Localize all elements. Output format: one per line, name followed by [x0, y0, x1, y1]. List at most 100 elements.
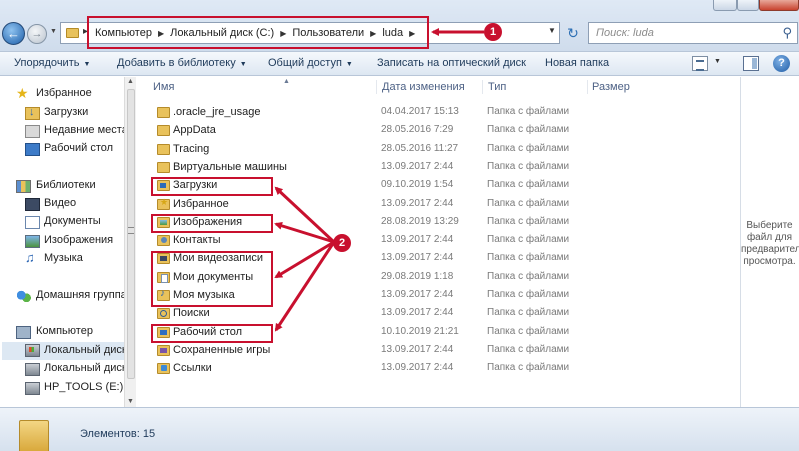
organize-button[interactable]: Упорядочить ▼	[14, 57, 90, 69]
drive-icon	[25, 344, 40, 357]
annotation-badge-1: 1	[484, 23, 502, 41]
nav-desktop-label: Рабочий стол	[44, 142, 114, 154]
share-button[interactable]: Общий доступ ▼	[268, 57, 353, 69]
row-date: 28.05.2016 7:29	[381, 124, 454, 136]
back-button[interactable]: ←	[2, 22, 25, 45]
nav-desktop[interactable]: Рабочий стол	[25, 142, 124, 158]
row-date: 10.10.2019 21:21	[381, 325, 459, 337]
sort-caret-icon: ▲	[283, 78, 290, 85]
help-icon[interactable]: ?	[773, 55, 790, 72]
column-size[interactable]: Размер	[592, 81, 630, 93]
nav-video[interactable]: Видео	[25, 197, 124, 213]
column-divider[interactable]	[482, 80, 483, 94]
row-date: 13.09.2017 2:44	[381, 362, 454, 374]
back-arrow-icon: ←	[7, 26, 20, 41]
nav-music[interactable]: ♫ Музыка	[25, 250, 124, 268]
address-dropdown-icon[interactable]: ▼	[548, 26, 556, 35]
nav-video-label: Видео	[44, 197, 77, 209]
folder-icon	[157, 107, 170, 118]
images-icon	[25, 235, 40, 248]
nav-recent-places[interactable]: Недавние места	[25, 124, 124, 140]
nav-computer[interactable]: Компьютер	[16, 325, 124, 341]
row-type: Папка с файлами	[487, 307, 570, 319]
caret-down-icon[interactable]: ▼	[714, 58, 721, 65]
row-name: Контакты	[173, 234, 221, 247]
row-name: Поиски	[173, 307, 210, 320]
row-date: 28.08.2019 13:29	[381, 215, 459, 227]
table-row[interactable]: Сохраненные игры 13.09.2017 2:44 Папка с ф…	[153, 342, 743, 360]
table-row[interactable]: .oracle_jre_usage 04.04.2017 15:13 Папка с…	[153, 104, 743, 122]
scrollbar-grip-icon	[128, 227, 134, 234]
search-icon[interactable]: ⚲	[782, 25, 792, 41]
refresh-icon: ↻	[567, 25, 579, 41]
row-type: Папка с файлами	[487, 234, 570, 246]
minimize-button[interactable]	[713, 0, 737, 11]
table-row[interactable]: Поиски 13.09.2017 2:44 Папка с файлами	[153, 305, 743, 323]
column-name[interactable]: Имя ▲	[153, 78, 290, 93]
close-button[interactable]	[759, 0, 799, 11]
annotation-highlight-my-folders	[151, 251, 273, 307]
nav-libraries-label: Библиотеки	[36, 179, 96, 191]
annotation-highlight-downloads	[151, 177, 273, 196]
homegroup-icon	[16, 290, 31, 303]
nav-favorites[interactable]: ★ Избранное	[16, 86, 124, 103]
table-row[interactable]: Избранное 13.09.2017 2:44 Папка с файлами	[153, 196, 743, 214]
command-bar: Упорядочить ▼ Добавить в библиотеку ▼ Общи…	[0, 52, 799, 76]
preview-hint: Выберите файл для предварительного просм…	[741, 220, 799, 267]
nav-hp-tools[interactable]: HP_TOOLS (E:)	[25, 381, 124, 397]
nav-local-disk-c[interactable]: Локальный диск	[2, 342, 124, 360]
folder-icon	[157, 344, 170, 356]
nav-libraries[interactable]: Библиотеки	[16, 179, 124, 195]
organize-label: Упорядочить	[14, 57, 80, 69]
folder-large-icon	[19, 420, 49, 451]
table-row[interactable]: Tracing 28.05.2016 11:27 Папка с файлами	[153, 141, 743, 159]
change-view-icon[interactable]	[692, 56, 708, 71]
table-row[interactable]: Контакты 13.09.2017 2:44 Папка с файлами	[153, 232, 743, 250]
row-date: 28.05.2016 11:27	[381, 142, 459, 154]
caret-down-icon: ▼	[83, 61, 91, 68]
nav-homegroup[interactable]: Домашняя группа	[16, 289, 124, 305]
scroll-down-icon[interactable]: ▼	[127, 398, 134, 405]
nav-local-disk-label: Локальный диск	[44, 344, 124, 356]
refresh-button[interactable]: ↻	[562, 24, 584, 43]
scrollbar-thumb[interactable]	[127, 89, 135, 379]
nav-music-label: Музыка	[44, 252, 83, 264]
nav-documents[interactable]: Документы	[25, 215, 124, 231]
nav-images[interactable]: Изображения	[25, 234, 124, 250]
history-dropdown-icon[interactable]: ▼	[50, 28, 57, 35]
details-bar: Элементов: 15	[0, 407, 799, 451]
column-divider[interactable]	[376, 80, 377, 94]
table-row[interactable]: Виртуальные машины 13.09.2017 2:44 Папка с…	[153, 159, 743, 177]
caret-down-icon: ▼	[239, 61, 247, 68]
new-folder-button[interactable]: Новая папка	[545, 57, 609, 69]
table-row[interactable]: Ссылки 13.09.2017 2:44 Папка с файлами	[153, 360, 743, 378]
row-type: Папка с файлами	[487, 270, 570, 282]
column-type[interactable]: Тип	[488, 81, 506, 93]
forward-arrow-icon: →	[31, 28, 43, 40]
row-type: Папка с файлами	[487, 215, 570, 227]
search-input[interactable]: Поиск: luda ⚲	[588, 22, 798, 44]
add-to-library-button[interactable]: Добавить в библиотеку ▼	[117, 57, 247, 69]
forward-button[interactable]: →	[27, 24, 47, 44]
column-divider[interactable]	[587, 80, 588, 94]
row-name: Избранное	[173, 197, 229, 210]
folder-icon	[157, 235, 170, 247]
desktop-icon	[25, 143, 40, 156]
drive-icon	[25, 382, 40, 395]
burn-button[interactable]: Записать на оптический диск	[377, 57, 526, 69]
nav-hp-tools-label: HP_TOOLS (E:)	[44, 381, 124, 393]
music-icon: ♫	[25, 250, 35, 265]
preview-pane-icon[interactable]	[743, 56, 759, 71]
nav-computer-label: Компьютер	[36, 325, 93, 337]
column-date[interactable]: Дата изменения	[382, 81, 465, 93]
column-name-label: Имя	[153, 81, 175, 93]
maximize-button[interactable]	[737, 0, 759, 11]
table-row[interactable]: AppData 28.05.2016 7:29 Папка с файлами	[153, 122, 743, 140]
row-type: Папка с файлами	[487, 142, 570, 154]
row-date: 13.09.2017 2:44	[381, 289, 454, 300]
navigation-scrollbar[interactable]: ▲ ▼	[124, 77, 136, 407]
nav-downloads[interactable]: Загрузки	[25, 106, 124, 122]
scroll-up-icon[interactable]: ▲	[127, 78, 134, 85]
drive-icon	[25, 363, 40, 376]
nav-local-disk-d[interactable]: Локальный диск	[25, 362, 124, 378]
